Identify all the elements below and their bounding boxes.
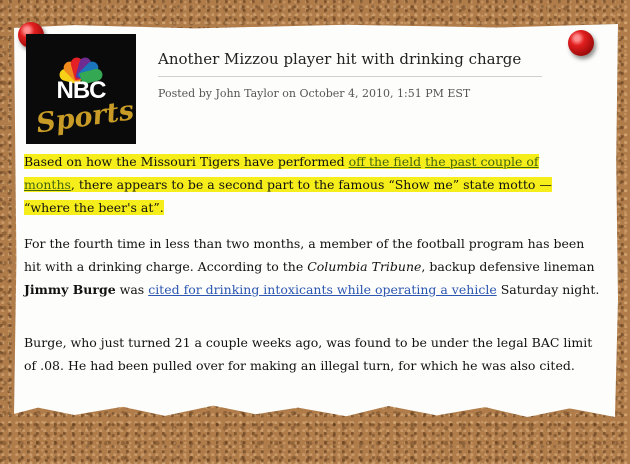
- highlighted-text: Based on how the Missouri Tigers have pe…: [24, 154, 552, 215]
- player-name: Jimmy Burge: [24, 282, 116, 297]
- text-span: , there appears to be a second part to t…: [24, 177, 552, 215]
- post-headline[interactable]: Another Mizzou player hit with drinking …: [158, 50, 521, 68]
- text-span: Based on how the Missouri Tigers have pe…: [24, 154, 349, 169]
- source-name: Columbia Tribune: [307, 259, 422, 274]
- intro-paragraph: Based on how the Missouri Tigers have pe…: [24, 150, 584, 219]
- text-span: was: [115, 282, 149, 297]
- post-byline: Posted by John Taylor on October 4, 2010…: [158, 87, 471, 100]
- off-the-field-link[interactable]: off the field: [349, 154, 422, 169]
- pushpin-icon: [568, 30, 594, 56]
- body-paragraph: Burge, who just turned 21 a couple weeks…: [24, 335, 593, 373]
- nbc-sports-logo[interactable]: NBC Sports: [26, 34, 136, 144]
- citation-link[interactable]: cited for drinking intoxicants while ope…: [148, 282, 497, 297]
- divider: [158, 76, 542, 77]
- text-span: Saturday night.: [496, 282, 600, 297]
- text-span: , backup defensive lineman: [421, 259, 595, 274]
- body-paragraph: For the fourth time in less than two mon…: [24, 232, 604, 301]
